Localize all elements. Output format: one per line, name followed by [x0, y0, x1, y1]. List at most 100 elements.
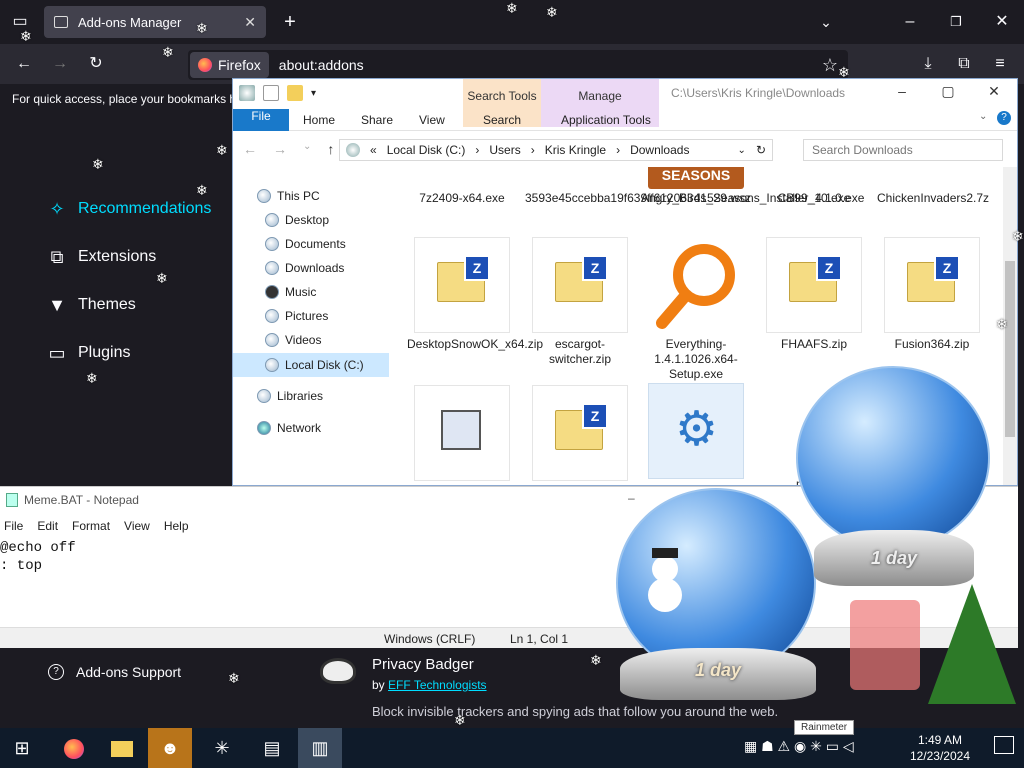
file-item[interactable] — [407, 385, 517, 485]
nav-desktop[interactable]: Desktop — [265, 213, 329, 227]
breadcrumb-downloads[interactable]: Downloads — [630, 143, 689, 157]
scrollbar-thumb[interactable] — [1005, 261, 1015, 437]
navigation-pane: This PC Desktop Documents Downloads Musi… — [233, 179, 389, 469]
nav-this-pc[interactable]: This PC — [257, 189, 320, 203]
ribbon-tab-home[interactable]: Home — [295, 109, 343, 131]
category-themes[interactable]: ▼ Themes — [46, 294, 136, 316]
nav-local-disk[interactable]: Local Disk (C:) — [233, 353, 389, 377]
file-item[interactable]: 3593e45ccebba19f639ff61206341529.wsz — [525, 191, 751, 206]
url-text[interactable]: about:addons — [279, 57, 364, 73]
quick-access-toolbar: ▾ — [239, 85, 316, 101]
people-taskbar-icon[interactable]: ☻ — [148, 728, 192, 768]
back-icon[interactable]: ← — [243, 141, 257, 157]
close-tab-icon[interactable]: ✕ — [244, 14, 256, 31]
forward-icon[interactable]: → — [46, 50, 74, 78]
author-link[interactable]: EFF Technologists — [388, 678, 487, 692]
notepad-editor[interactable]: @echo off: top — [0, 539, 76, 575]
new-folder-icon[interactable] — [287, 85, 303, 101]
reload-icon[interactable]: ↻ — [82, 50, 110, 78]
new-tab-icon[interactable]: + — [276, 8, 304, 36]
nav-libraries[interactable]: Libraries — [257, 389, 323, 403]
breadcrumb-local-disk[interactable]: Local Disk (C:) — [387, 143, 466, 157]
category-extensions[interactable]: ⧉ Extensions — [46, 246, 157, 268]
category-recommendations[interactable]: ✧ Recommendations — [46, 198, 211, 220]
firefox-taskbar-icon[interactable] — [52, 728, 96, 768]
addons-support-link[interactable]: ? Add-ons Support — [48, 664, 181, 680]
nav-network[interactable]: Network — [257, 421, 321, 435]
file-item[interactable]: escargot-switcher.zip — [525, 237, 635, 367]
menu-file[interactable]: File — [4, 519, 23, 533]
file-item[interactable] — [525, 385, 635, 485]
ribbon-tab-file[interactable]: File — [233, 109, 289, 131]
nav-videos[interactable]: Videos — [265, 333, 321, 347]
category-plugins[interactable]: ▭ Plugins — [46, 342, 130, 364]
nav-pictures[interactable]: Pictures — [265, 309, 328, 323]
computer-icon — [257, 189, 271, 203]
url-bar[interactable]: Firefox about:addons ☆ — [188, 50, 848, 80]
menu-format[interactable]: Format — [72, 519, 110, 533]
file-item[interactable]: 7z2409-x64.exe — [407, 191, 517, 206]
breadcrumb-overflow[interactable]: « — [370, 143, 377, 157]
list-all-tabs-icon[interactable]: ⌄ — [812, 8, 840, 36]
explorer-close-icon[interactable]: ✕ — [979, 83, 1009, 100]
bookmark-star-icon[interactable]: ☆ — [822, 55, 838, 76]
identity-box[interactable]: Firefox — [190, 52, 269, 78]
search-input[interactable]: Search Downloads — [803, 139, 1003, 161]
help-icon[interactable]: ? — [997, 111, 1011, 125]
file-item[interactable]: CB99_10.exe — [759, 191, 869, 206]
nav-music[interactable]: Music — [265, 285, 316, 299]
explorer-minimize-icon[interactable]: – — [887, 83, 917, 99]
ribbon-tab-share[interactable]: Share — [353, 109, 401, 131]
close-window-icon[interactable]: ✕ — [988, 8, 1016, 36]
start-button[interactable]: ⊞ — [0, 728, 44, 768]
qat-dropdown-icon[interactable]: ▾ — [311, 88, 316, 99]
ribbon-tab-application-tools[interactable]: Application Tools — [553, 109, 659, 131]
minimize-icon[interactable]: – — [896, 8, 924, 36]
breadcrumb-users[interactable]: Users — [489, 143, 520, 157]
address-box[interactable]: « Local Disk (C:) › Users › Kris Kringle… — [339, 139, 773, 161]
file-item-selected[interactable]: ⚙ — [641, 383, 751, 483]
gear-icon: ⚙ — [675, 403, 719, 456]
file-item[interactable]: SEASONS Angry_Birds_Seasons_Installer_4.… — [641, 167, 864, 206]
tab-addons-manager[interactable]: Add-ons Manager ✕ — [44, 6, 266, 38]
restore-icon[interactable]: ❐ — [942, 8, 970, 36]
ribbon-tab-search[interactable]: Search — [475, 109, 529, 131]
explorer-taskbar-icon[interactable] — [100, 728, 144, 768]
downloads-icon[interactable]: ⤓ — [914, 50, 942, 78]
nav-downloads[interactable]: Downloads — [265, 261, 344, 275]
explorer-maximize-icon[interactable]: ▢ — [933, 83, 963, 100]
file-item[interactable]: DesktopSnowOK_x64.zip — [407, 237, 543, 352]
addon-name: Privacy Badger — [372, 656, 474, 673]
snowflake-app-taskbar-icon[interactable]: ✳ — [200, 728, 244, 768]
file-item[interactable]: ChickenInvaders2.7z — [877, 191, 989, 206]
back-icon[interactable]: ← — [10, 50, 38, 78]
snowflake-icon: ❄ — [546, 4, 558, 20]
file-item[interactable]: Fusion364.zip — [877, 237, 987, 352]
menu-help[interactable]: Help — [164, 519, 189, 533]
monitor-taskbar-icon[interactable]: ▤ — [250, 728, 294, 768]
ribbon-tab-view[interactable]: View — [411, 109, 453, 131]
notifications-icon[interactable] — [994, 736, 1014, 754]
ribbon-expand-icon[interactable]: ⌄ — [979, 111, 987, 122]
brush-icon: ▼ — [48, 295, 66, 315]
menu-icon[interactable]: ≡ — [986, 50, 1014, 78]
recent-icon[interactable]: ⌄ — [303, 141, 311, 157]
file-item[interactable]: Everything-1.4.1.1026.x64-Setup.exe — [641, 237, 751, 382]
extensions-icon[interactable]: ⧉ — [950, 50, 978, 78]
menu-view[interactable]: View — [124, 519, 150, 533]
notepad-taskbar-icon[interactable]: ▥ — [298, 728, 342, 768]
taskbar-clock[interactable]: 1:49 AM 12/23/2024 — [910, 732, 970, 764]
tray-icons[interactable]: ▦ ☗ ⚠ ◉ ✳ ▭ ◁ — [744, 738, 854, 755]
properties-icon[interactable] — [263, 85, 279, 101]
nav-documents[interactable]: Documents — [265, 237, 346, 251]
forward-icon[interactable]: → — [273, 141, 287, 157]
breadcrumb-user[interactable]: Kris Kringle — [545, 143, 606, 157]
refresh-icon[interactable]: ↻ — [756, 143, 766, 157]
category-label: Recommendations — [78, 200, 212, 217]
address-dropdown-icon[interactable]: ⌄ — [738, 145, 746, 156]
file-item[interactable]: FHAAFS.zip — [759, 237, 869, 352]
menu-edit[interactable]: Edit — [37, 519, 58, 533]
up-icon[interactable]: ↑ — [327, 141, 334, 157]
notepad-minimize-icon[interactable]: – — [628, 491, 635, 505]
videos-icon — [265, 333, 279, 347]
